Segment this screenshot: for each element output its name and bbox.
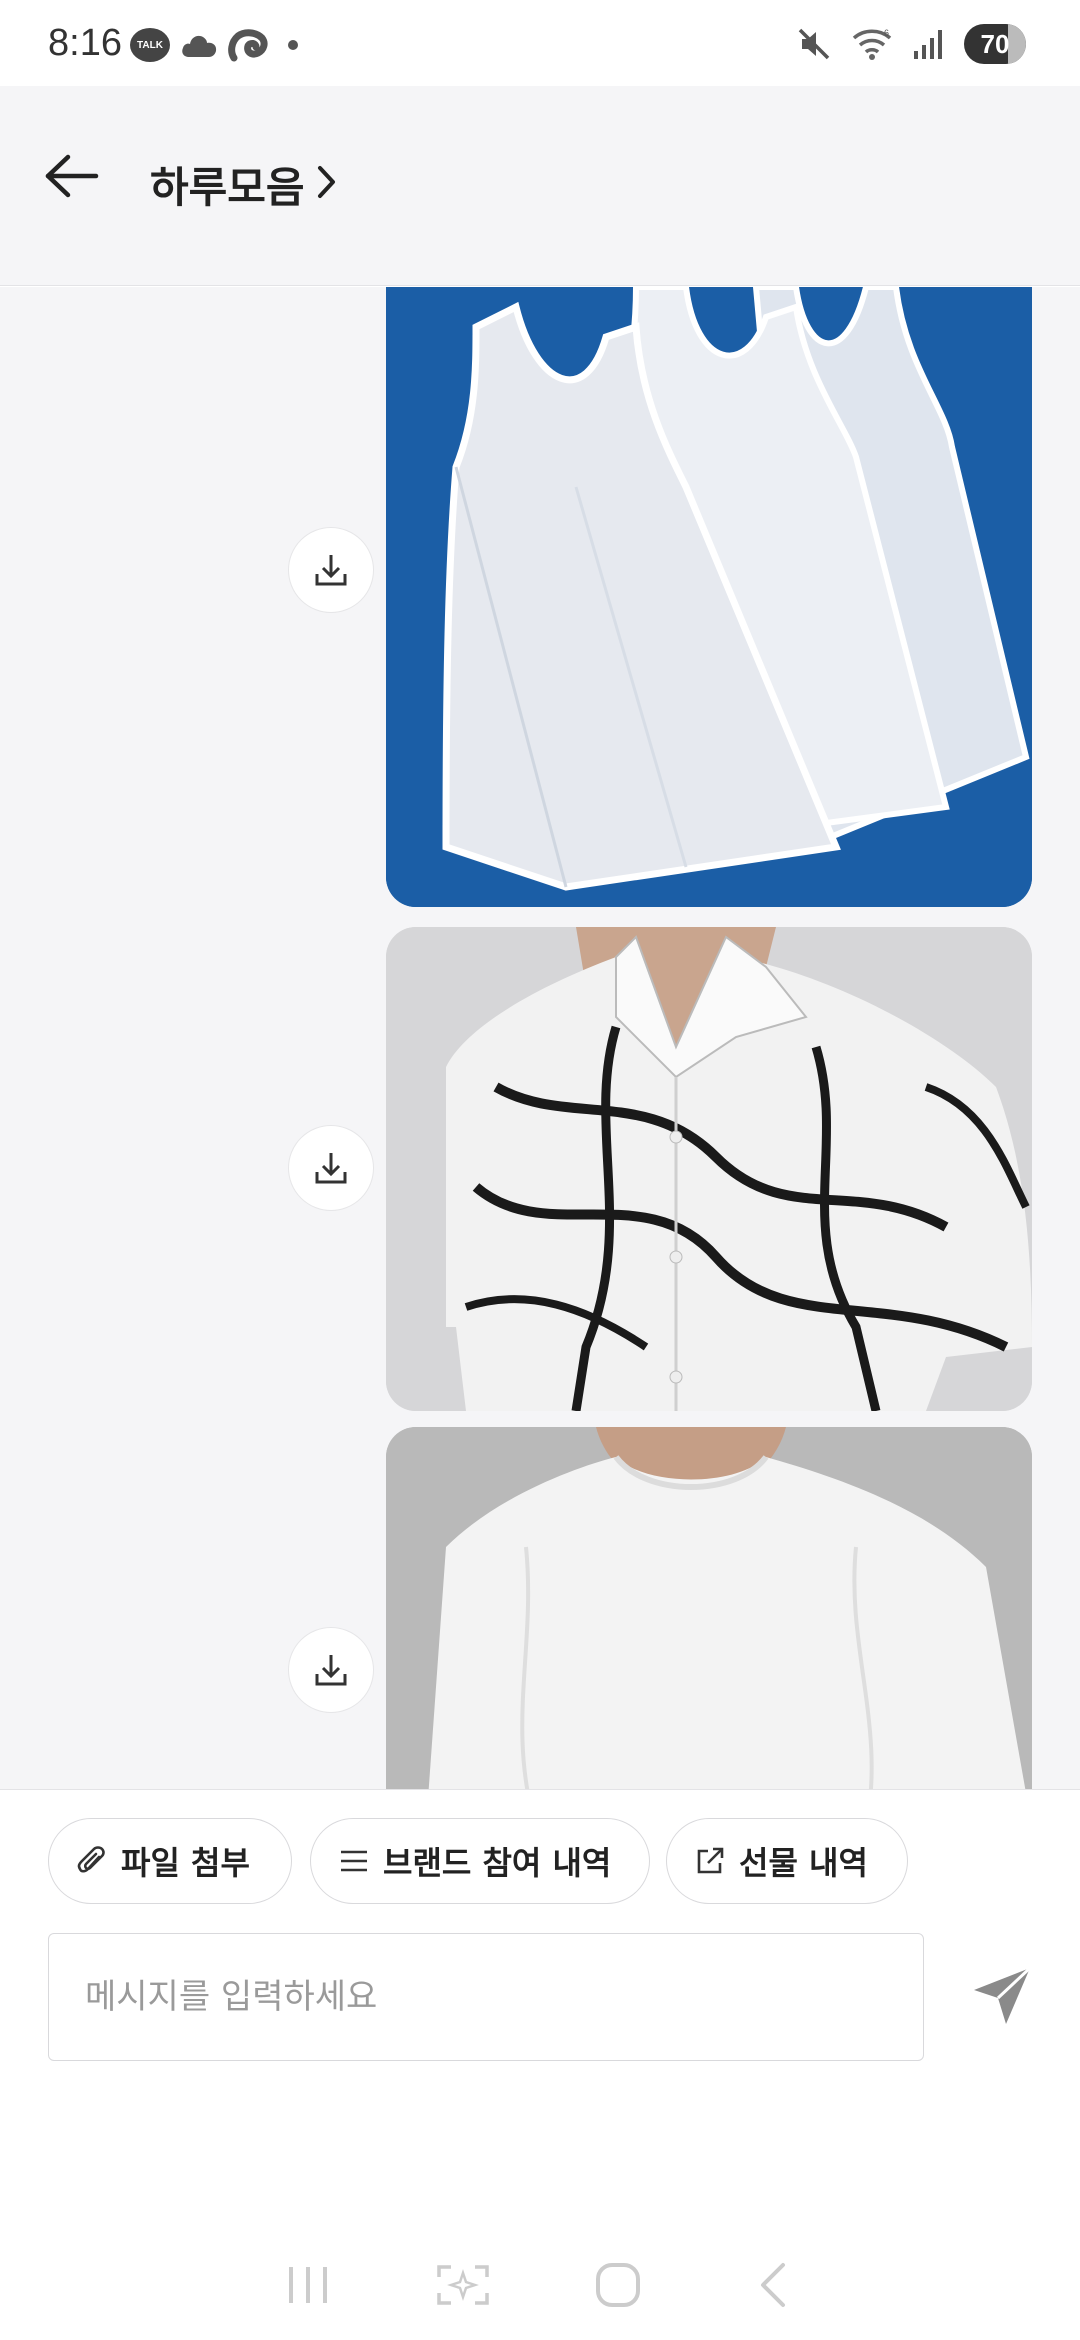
paperclip-icon <box>77 1846 105 1873</box>
back-arrow-icon <box>45 154 99 198</box>
white-tee-photo <box>386 1427 1032 1789</box>
image-message-patterned-shirt[interactable] <box>386 927 1032 1411</box>
system-back-button[interactable] <box>733 2245 813 2325</box>
recent-apps-icon <box>288 2267 327 2303</box>
home-icon <box>595 2263 640 2307</box>
image-message-tank-tops[interactable] <box>386 287 1032 907</box>
send-icon <box>974 1966 1032 2024</box>
external-link-icon <box>697 1847 724 1874</box>
kakaotalk-icon: TALK <box>130 28 170 62</box>
status-time: 8:16 <box>48 22 122 64</box>
download-icon <box>315 555 347 586</box>
page-title[interactable]: 하루모음 <box>150 154 305 215</box>
chevron-right-icon[interactable] <box>314 164 338 200</box>
back-icon <box>760 2263 785 2307</box>
back-button[interactable] <box>40 144 104 208</box>
download-icon <box>315 1153 347 1184</box>
system-nav-bar <box>0 2230 1080 2340</box>
notification-dot <box>288 40 298 50</box>
bixby-capture-icon <box>436 2265 489 2305</box>
battery-level: 70 <box>980 28 1010 59</box>
wifi-icon: 6 <box>852 28 892 60</box>
mute-icon <box>798 28 830 60</box>
tank-tops-photo <box>386 287 1032 907</box>
svg-text:6: 6 <box>884 28 889 38</box>
list-icon <box>341 1850 367 1872</box>
home-button[interactable] <box>578 2245 658 2325</box>
battery-icon: 70 <box>964 24 1026 64</box>
status-right-icons: 6 70 <box>796 24 1026 64</box>
image-message-white-tee[interactable] <box>386 1427 1032 1789</box>
capture-button[interactable] <box>423 2245 503 2325</box>
cloud-icon <box>182 35 217 57</box>
brand-history-label: 브랜드 참여 내역 <box>383 1844 612 1882</box>
gift-history-button[interactable]: 선물 내역 <box>666 1818 908 1904</box>
brand-history-button[interactable]: 브랜드 참여 내역 <box>310 1818 650 1904</box>
status-left-icons: TALK <box>130 28 298 62</box>
chat-area[interactable] <box>0 287 1080 1789</box>
thread-icon <box>228 29 268 62</box>
patterned-shirt-photo <box>386 927 1032 1411</box>
chat-header: 하루모음 <box>0 86 1080 286</box>
download-button[interactable] <box>288 1627 374 1713</box>
download-button[interactable] <box>288 527 374 613</box>
attach-file-button[interactable]: 파일 첨부 <box>48 1818 292 1904</box>
recent-apps-button[interactable] <box>268 2245 348 2325</box>
status-bar: 8:16 TALK 6 70 <box>0 0 1080 86</box>
download-icon <box>315 1655 347 1686</box>
signal-icon <box>914 30 942 59</box>
download-button[interactable] <box>288 1125 374 1211</box>
message-input[interactable] <box>48 1933 924 2061</box>
gift-history-label: 선물 내역 <box>739 1844 868 1882</box>
send-button[interactable] <box>966 1960 1038 2032</box>
attach-file-label: 파일 첨부 <box>121 1844 250 1882</box>
